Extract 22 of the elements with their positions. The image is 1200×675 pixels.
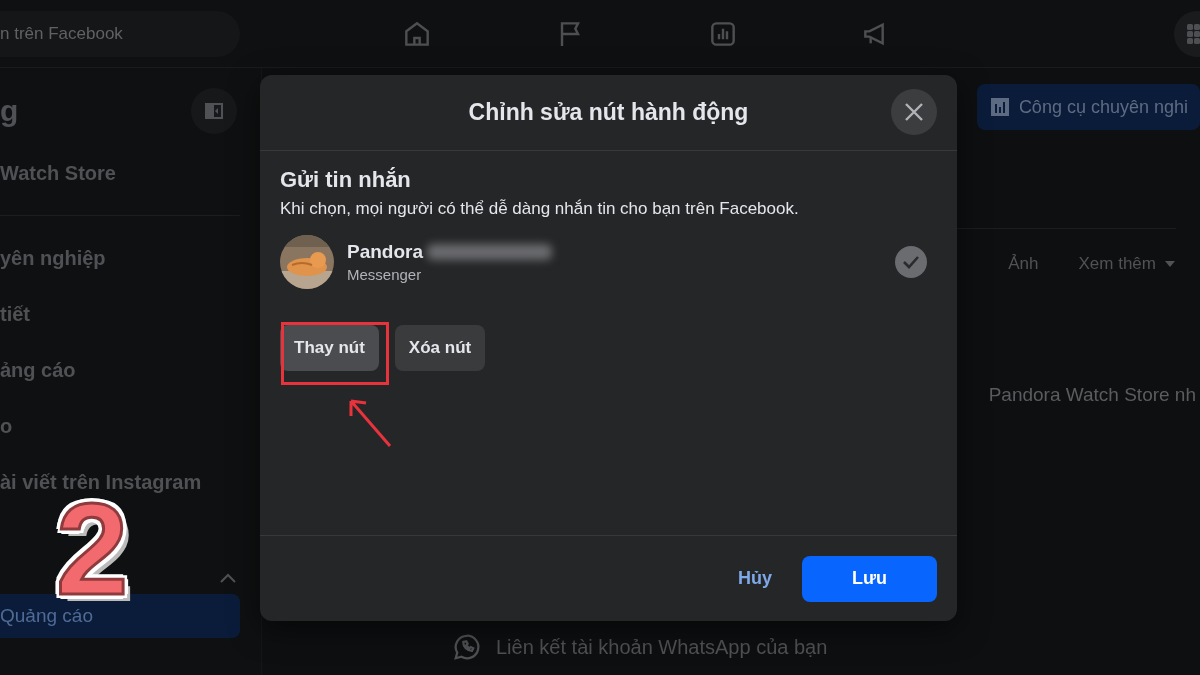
- tab[interactable]: Xem thêm: [1078, 253, 1176, 275]
- pro-tools-button[interactable]: Công cụ chuyên nghi: [976, 84, 1200, 130]
- sidebar-title: g: [0, 94, 19, 128]
- section-description: Khi chọn, mọi người có thể dễ dàng nhắn tin cho bạn trên Facebook.: [280, 199, 800, 219]
- cancel-button[interactable]: Hủy: [724, 568, 786, 589]
- page-name: Pandora: [347, 241, 424, 263]
- tab[interactable]: Ảnh: [1008, 253, 1039, 275]
- action-button[interactable]: Xóa nút: [394, 325, 486, 371]
- sidebar-item[interactable]: yên nghiệp: [0, 230, 261, 286]
- channel-label: Messenger: [347, 266, 423, 283]
- notice-text: Pandora Watch Store nh: [988, 384, 1196, 406]
- sidebar-item[interactable]: Quảng cáo: [0, 594, 240, 638]
- page-name: Watch Store: [0, 162, 117, 185]
- dialog-title: Chỉnh sửa nút hành động: [468, 99, 749, 126]
- sidebar-item[interactable]: o: [0, 398, 261, 454]
- sidebar-item[interactable]: ảng cáo: [0, 342, 261, 398]
- sidebar-item[interactable]: tiết: [0, 286, 261, 342]
- whatsapp-link[interactable]: Liên kết tài khoản WhatsApp của bạn: [496, 635, 828, 659]
- action-button[interactable]: Thay nút: [280, 325, 379, 371]
- save-button[interactable]: Lưu: [802, 555, 937, 602]
- section-heading: Gửi tin nhắn: [280, 167, 412, 193]
- search-field[interactable]: n trên Facebook: [0, 10, 240, 57]
